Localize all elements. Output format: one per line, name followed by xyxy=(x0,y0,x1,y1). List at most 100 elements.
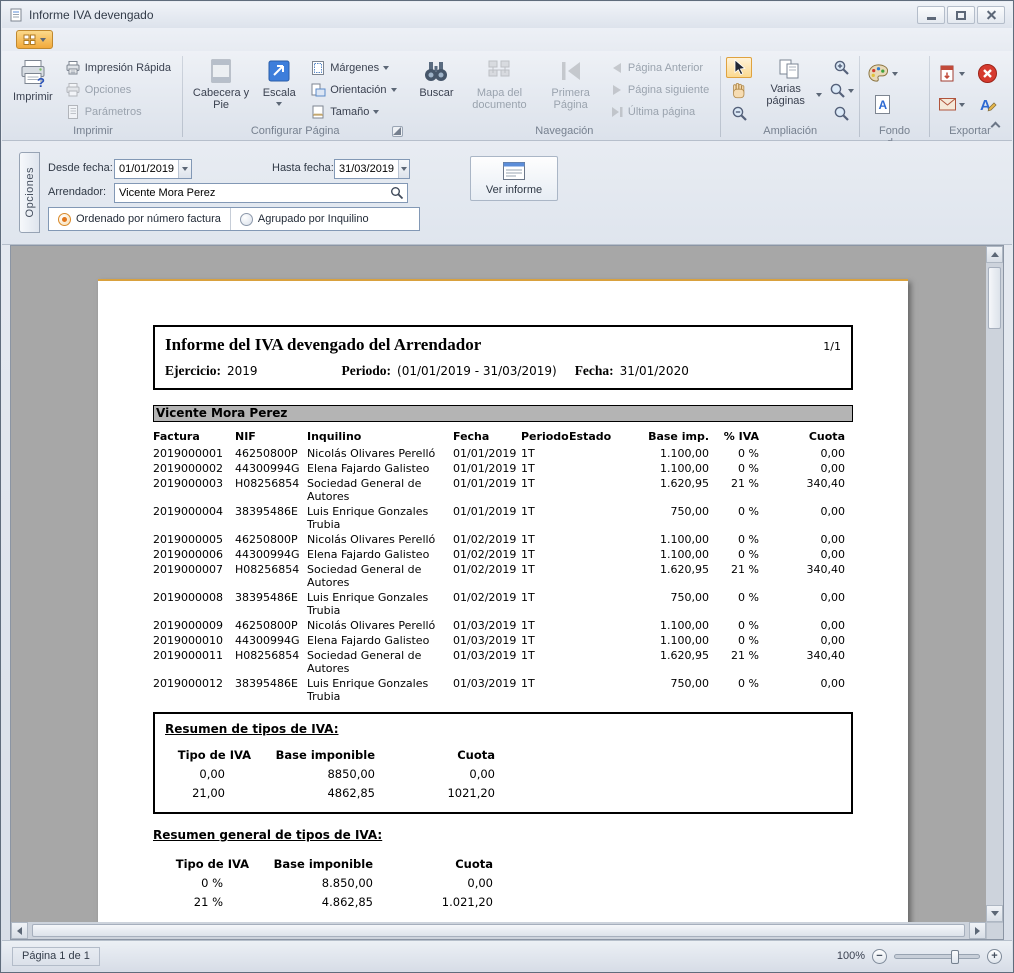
general-summary-title: Resumen general de tipos de IVA: xyxy=(153,828,853,842)
scale-button[interactable]: Escala xyxy=(256,53,302,123)
hand-tool-button[interactable] xyxy=(726,80,752,101)
email-icon xyxy=(938,97,957,112)
minimize-icon xyxy=(927,17,936,20)
close-button[interactable] xyxy=(977,6,1005,24)
quick-print-button[interactable]: Impresión Rápida xyxy=(59,58,177,78)
minimize-button[interactable] xyxy=(917,6,945,24)
document-map-icon xyxy=(486,58,512,84)
radio-order-by-invoice[interactable]: Ordenado por número factura xyxy=(49,208,230,230)
date-value: 31/01/2020 xyxy=(620,364,689,378)
order-options-group: Ordenado por número factura Agrupado por… xyxy=(48,207,420,231)
arrow-right-icon xyxy=(975,927,980,935)
year-label: Ejercicio: xyxy=(165,363,221,379)
scroll-down-button[interactable] xyxy=(986,905,1003,922)
report-page-number: 1/1 xyxy=(823,340,841,353)
size-icon xyxy=(310,104,326,120)
maximize-icon xyxy=(956,11,966,20)
close-preview-button[interactable] xyxy=(971,59,1005,88)
table-row: 201900000644300994GElena Fajardo Galiste… xyxy=(153,547,853,562)
radio-selected-icon xyxy=(58,213,71,226)
table-row: 2019000011H08256854Sociedad General de A… xyxy=(153,648,853,676)
print-icon: ? xyxy=(18,58,48,88)
scrollbar-corner xyxy=(986,922,1003,939)
landlord-label: Arrendador: xyxy=(48,186,106,198)
zoom-in-stepper-button[interactable]: + xyxy=(987,949,1002,964)
background-color-button[interactable] xyxy=(865,59,899,88)
arrow-up-icon xyxy=(991,252,999,257)
export-document-button[interactable] xyxy=(935,59,969,88)
watermark-button[interactable]: A xyxy=(865,90,899,119)
orientation-icon xyxy=(310,82,326,98)
table-row: 0,008850,000,00 xyxy=(175,764,841,783)
hand-icon xyxy=(730,82,748,100)
period-value: (01/01/2019 - 31/03/2019) xyxy=(397,364,557,378)
zoom-slider[interactable] xyxy=(894,954,980,959)
zoom-in-icon xyxy=(833,59,850,76)
zoom-tool-button[interactable] xyxy=(828,103,854,124)
export-dropdown-icon xyxy=(959,72,965,76)
dialog-launcher-button[interactable] xyxy=(392,126,403,137)
radio-group-by-tenant[interactable]: Agrupado por Inquilino xyxy=(230,208,378,230)
group-label-navegacion: Navegación xyxy=(535,125,593,137)
zoom-out-stepper-button[interactable]: − xyxy=(872,949,887,964)
print-button[interactable]: ? Imprimir xyxy=(9,53,57,123)
horizontal-scroll-thumb[interactable] xyxy=(32,924,965,937)
preview-canvas[interactable]: Informe del IVA devengado del Arrendador… xyxy=(11,246,986,922)
document-map-button: Mapa del documento xyxy=(461,53,537,123)
zoom-in-button[interactable] xyxy=(828,57,854,78)
table-row: 2019000003H08256854Sociedad General de A… xyxy=(153,476,853,504)
horizontal-scrollbar[interactable] xyxy=(11,922,986,939)
zoom-out-button[interactable] xyxy=(726,103,752,124)
close-preview-icon xyxy=(977,63,998,84)
scroll-left-button[interactable] xyxy=(11,922,28,939)
size-button[interactable]: Tamaño xyxy=(304,102,402,122)
summary-body: 0,008850,000,0021,004862,851021,20 xyxy=(175,764,841,802)
background-color-dropdown-icon xyxy=(892,72,898,76)
margins-button[interactable]: Márgenes xyxy=(304,58,402,78)
pointer-icon xyxy=(732,59,747,76)
collapse-ribbon-button[interactable] xyxy=(986,116,1004,132)
header-footer-button[interactable]: Cabecera y Pie xyxy=(188,53,254,123)
orientation-button[interactable]: Orientación xyxy=(304,80,402,100)
from-date-dropdown-button[interactable] xyxy=(178,160,191,178)
to-date-label: Hasta fecha: xyxy=(272,162,334,174)
landlord-input[interactable] xyxy=(114,183,408,203)
pointer-tool-button[interactable] xyxy=(726,57,752,78)
search-button[interactable]: Buscar xyxy=(413,53,459,123)
multiple-pages-icon xyxy=(778,58,802,80)
send-email-button[interactable] xyxy=(935,90,969,119)
maximize-button[interactable] xyxy=(947,6,975,24)
edit-watermark-button[interactable]: A xyxy=(971,90,1005,119)
ribbon-group-navegacion: Buscar Mapa del documento Primera Página… xyxy=(410,53,718,140)
table-row: 201900000838395486ELuis Enrique Gonzales… xyxy=(153,590,853,618)
table-row: 201900000946250800PNicolás Olivares Pere… xyxy=(153,618,853,633)
summary-title: Resumen de tipos de IVA: xyxy=(165,722,841,736)
general-summary: Resumen general de tipos de IVA: Tipo de… xyxy=(153,828,853,911)
zoom-button[interactable] xyxy=(828,80,854,101)
app-menu-icon xyxy=(23,34,36,46)
group-label-ampliacion: Ampliación xyxy=(763,125,817,137)
scroll-right-button[interactable] xyxy=(969,922,986,939)
vertical-scrollbar[interactable] xyxy=(986,246,1003,922)
zoom-slider-thumb[interactable] xyxy=(951,950,959,964)
tab-opciones[interactable]: Opciones xyxy=(19,152,40,233)
scroll-up-button[interactable] xyxy=(986,246,1003,263)
radio-unselected-icon xyxy=(240,213,253,226)
ribbon: ? Imprimir Impresión Rápida Opciones Par… xyxy=(2,51,1012,141)
report-title: Informe del IVA devengado del Arrendador xyxy=(165,335,481,355)
vertical-scroll-thumb[interactable] xyxy=(988,267,1001,329)
edit-watermark-icon: A xyxy=(978,95,997,114)
to-date-dropdown-button[interactable] xyxy=(398,160,409,178)
multiple-pages-dropdown-icon xyxy=(816,93,822,97)
view-report-button[interactable]: Ver informe xyxy=(470,156,558,201)
zoom-icon xyxy=(829,82,846,99)
from-date-combo[interactable]: 01/01/2019 xyxy=(114,159,192,179)
app-menu-button[interactable] xyxy=(16,30,53,49)
field-search-icon[interactable] xyxy=(390,186,404,200)
table-row: Tipo de IVABase imponibleCuota xyxy=(175,745,841,764)
multiple-pages-button[interactable]: Varias páginas xyxy=(754,53,826,123)
period-label: Periodo: xyxy=(342,363,392,379)
table-row: 201900001044300994GElena Fajardo Galiste… xyxy=(153,633,853,648)
to-date-combo[interactable]: 31/03/2019 xyxy=(334,159,410,179)
header-footer-icon xyxy=(208,58,234,84)
